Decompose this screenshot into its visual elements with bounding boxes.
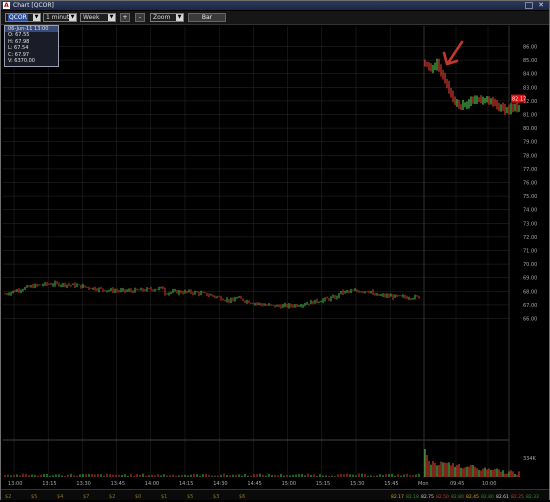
status-item: $5 — [187, 494, 193, 500]
time-axis-label: 10:00 — [482, 481, 496, 487]
legend-volume: V: 6370.00 — [8, 58, 35, 64]
price-axis-label: 71.00 — [523, 249, 537, 255]
status-item: $2 — [109, 494, 115, 500]
price-axis-label: 86.00 — [523, 45, 537, 51]
status-readout: 82.33 — [526, 494, 539, 500]
status-readout: 82.75 — [421, 494, 434, 500]
status-readout: 82.25 — [511, 494, 524, 500]
price-axis-label: 78.00 — [523, 153, 537, 159]
volume-axis-label: 334K — [523, 456, 537, 462]
price-axis-label: 73.00 — [523, 221, 537, 227]
time-axis-label: Mon — [418, 481, 429, 487]
status-readout: 82.45 — [466, 494, 479, 500]
status-item: $0 — [135, 494, 141, 500]
status-item: $3 — [213, 494, 219, 500]
time-axis-label: 13:15 — [42, 481, 56, 487]
status-bar: $2 $5 $4 $7 $2 $0 $1 $5 $3 $6 82.17 82.18 82.75 82.50… — [1, 489, 549, 500]
price-axis-label: 85.00 — [523, 58, 537, 64]
time-axis-label: 15:45 — [384, 481, 398, 487]
price-axis-label: 67.00 — [523, 303, 537, 309]
last-price-label: 82.17 — [512, 97, 526, 103]
status-item: $7 — [83, 494, 89, 500]
time-axis-label: 13:45 — [111, 481, 125, 487]
price-axis-label: 66.00 — [523, 317, 537, 323]
price-axis-label: 81.00 — [523, 113, 537, 119]
time-axis-label: 13:30 — [76, 481, 90, 487]
data-legend-box: 06-Jun-11 13:00 O: 67.55 H: 67.98 L: 67.… — [4, 25, 59, 67]
price-chart[interactable]: 86.0085.0084.0083.0082.0081.0080.0079.00… — [1, 1, 549, 499]
price-axis-label: 76.00 — [523, 181, 537, 187]
price-axis-label: 74.00 — [523, 208, 537, 214]
status-item: $4 — [57, 494, 63, 500]
status-readout: 82.80 — [451, 494, 464, 500]
price-axis-label: 79.00 — [523, 140, 537, 146]
price-axis-label: 77.00 — [523, 167, 537, 173]
price-axis-label: 70.00 — [523, 262, 537, 268]
status-item: $2 — [5, 494, 11, 500]
time-axis-label: 15:00 — [282, 481, 296, 487]
time-axis-label: 14:15 — [179, 481, 193, 487]
time-axis-label: 13:00 — [8, 481, 22, 487]
status-readout: 82.61 — [496, 494, 509, 500]
status-readout: 82.18 — [406, 494, 419, 500]
time-axis-label: 14:30 — [213, 481, 227, 487]
chart-window: A Chart [QCOR] ✕ QCOR ▼ 1 minute ▼ Week … — [0, 0, 550, 500]
price-axis-label: 69.00 — [523, 276, 537, 282]
status-item: $6 — [239, 494, 245, 500]
time-axis-label: 14:00 — [145, 481, 159, 487]
price-axis-label: 80.00 — [523, 126, 537, 132]
time-axis-label: 15:15 — [316, 481, 330, 487]
price-axis-label: 68.00 — [523, 289, 537, 295]
status-readout: 82.80 — [481, 494, 494, 500]
status-readout: 82.50 — [436, 494, 449, 500]
price-axis-label: 72.00 — [523, 235, 537, 241]
price-axis-label: 83.00 — [523, 85, 537, 91]
status-readout: 82.17 — [391, 494, 404, 500]
status-item: $5 — [31, 494, 37, 500]
time-axis-label: 15:30 — [350, 481, 364, 487]
price-axis-label: 75.00 — [523, 194, 537, 200]
status-ticker: $2 $5 $4 $7 $2 $0 $1 $5 $3 $6 82.17 82.18 82.75 82.50… — [5, 494, 539, 500]
time-axis-label: 09:45 — [450, 481, 464, 487]
status-item: $1 — [161, 494, 167, 500]
time-axis-label: 14:45 — [247, 481, 261, 487]
price-axis-label: 84.00 — [523, 72, 537, 78]
annotation-arrow-icon — [442, 40, 464, 66]
